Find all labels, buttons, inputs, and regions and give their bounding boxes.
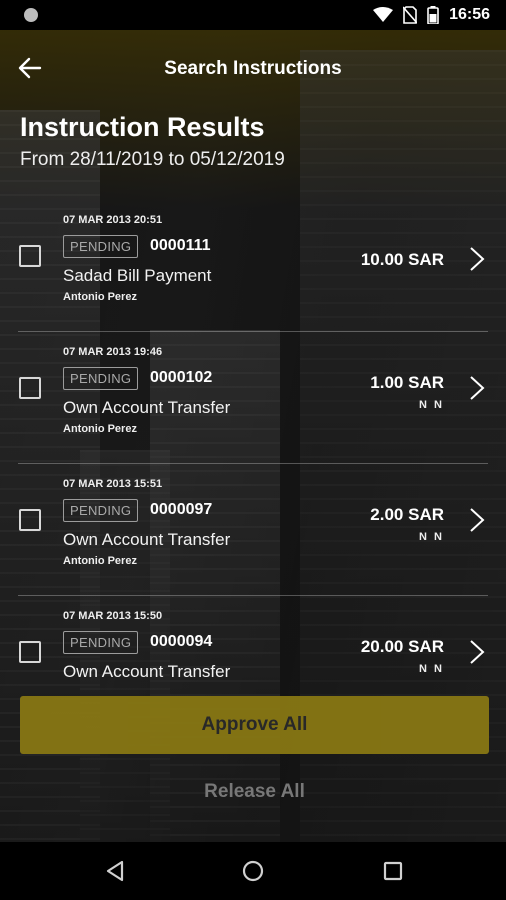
- instruction-item[interactable]: 07 MAR 2013 15:51 PENDING 0000097 Own Ac…: [0, 464, 506, 596]
- instruction-amount: 20.00 SAR: [360, 637, 444, 656]
- instruction-reference: 0000111: [150, 237, 211, 254]
- status-badge: PENDING: [63, 631, 139, 654]
- select-checkbox[interactable]: [19, 641, 41, 663]
- instruction-type: Sadad Bill Payment: [63, 266, 212, 285]
- instruction-type: Own Account Transfer: [63, 662, 231, 678]
- instruction-date: 07 MAR 2013 19:46: [63, 346, 163, 358]
- status-badge: PENDING: [63, 235, 139, 258]
- release-all-button[interactable]: Release All: [20, 770, 489, 814]
- instruction-reference: 0000097: [150, 501, 213, 518]
- select-checkbox[interactable]: [19, 509, 41, 531]
- instruction-user: Antonio Perez: [63, 555, 137, 567]
- instruction-reference: 0000102: [150, 369, 213, 386]
- android-nav-bar: [0, 842, 506, 900]
- results-heading: Instruction Results: [20, 112, 265, 142]
- instruction-date: 07 MAR 2013 15:50: [63, 610, 163, 622]
- instruction-subtext: N N: [419, 399, 444, 411]
- instruction-amount: 2.00 SAR: [370, 505, 444, 524]
- status-bar: 16:56: [0, 0, 506, 30]
- instruction-subtext: N N: [419, 663, 444, 675]
- chevron-right-icon[interactable]: [468, 246, 486, 272]
- date-range: From 28/11/2019 to 05/12/2019: [20, 149, 285, 170]
- select-checkbox[interactable]: [19, 377, 41, 399]
- instruction-list[interactable]: 07 MAR 2013 20:51 PENDING 0000111 Sadad …: [0, 200, 506, 678]
- instruction-type: Own Account Transfer: [63, 530, 231, 549]
- instruction-item[interactable]: 07 MAR 2013 19:46 PENDING 0000102 Own Ac…: [0, 332, 506, 464]
- status-icons: 16:56: [373, 6, 490, 24]
- no-sim-icon: [403, 6, 418, 24]
- instruction-user: Antonio Perez: [63, 291, 137, 303]
- instruction-item[interactable]: 07 MAR 2013 20:51 PENDING 0000111 Sadad …: [0, 200, 506, 332]
- notification-dot-icon: [24, 8, 38, 22]
- instruction-date: 07 MAR 2013 15:51: [63, 478, 163, 490]
- instruction-item[interactable]: 07 MAR 2013 15:50 PENDING 0000094 Own Ac…: [0, 596, 506, 678]
- instruction-user: Antonio Perez: [63, 423, 137, 435]
- chevron-right-icon[interactable]: [468, 507, 486, 533]
- instruction-amount: 10.00 SAR: [360, 250, 444, 269]
- instruction-type: Own Account Transfer: [63, 398, 231, 417]
- instruction-reference: 0000094: [150, 633, 213, 650]
- status-time: 16:56: [449, 6, 490, 23]
- back-triangle-icon[interactable]: [100, 856, 130, 886]
- instruction-subtext: N N: [419, 531, 444, 543]
- approve-all-button[interactable]: Approve All: [20, 696, 489, 754]
- status-badge: PENDING: [63, 499, 139, 522]
- instruction-date: 07 MAR 2013 20:51: [63, 214, 163, 226]
- recents-square-icon[interactable]: [378, 856, 408, 886]
- chevron-right-icon[interactable]: [468, 375, 486, 401]
- page-title: Search Instructions: [164, 58, 342, 79]
- status-badge: PENDING: [63, 367, 139, 390]
- battery-icon: [427, 6, 439, 24]
- chevron-right-icon[interactable]: [468, 639, 486, 665]
- home-circle-icon[interactable]: [238, 856, 268, 886]
- wifi-icon: [373, 7, 394, 22]
- app-bar: Search Instructions: [0, 30, 506, 106]
- instruction-amount: 1.00 SAR: [370, 373, 444, 392]
- select-checkbox[interactable]: [19, 245, 41, 267]
